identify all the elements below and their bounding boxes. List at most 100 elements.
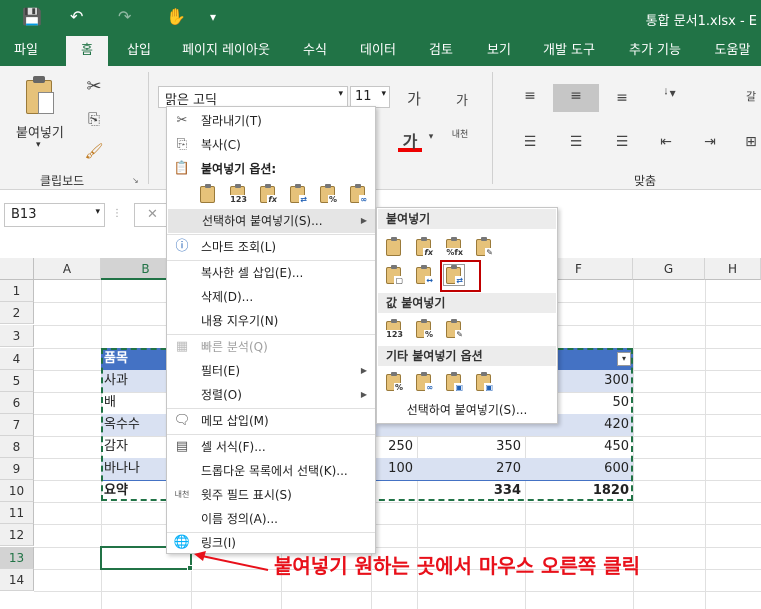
paste-values-icon[interactable]: 123 — [227, 183, 249, 205]
comment-icon: 🗨 — [173, 413, 191, 428]
menu-item-format-cells[interactable]: ▤ 셀 서식(F)... — [167, 435, 375, 459]
row-header[interactable]: 5 — [0, 370, 34, 392]
align-center-icon[interactable]: ☰ — [564, 134, 588, 150]
font-color-button[interactable]: 가 — [398, 128, 422, 152]
menu-item-smart-lookup[interactable]: ⓘ 스마트 조회(L) — [167, 235, 375, 259]
tab-help[interactable]: 도움말 — [704, 36, 761, 66]
row-header[interactable]: 1 — [0, 280, 34, 302]
menu-item-insert-comment[interactable]: 🗨 메모 삽입(M) — [167, 409, 375, 433]
menu-item-filter[interactable]: 필터(E) ▶ — [167, 359, 375, 383]
keep-column-widths-icon[interactable]: ↔ — [413, 264, 435, 286]
wrap-text-icon[interactable]: 갈 — [742, 88, 760, 104]
tab-view[interactable]: 보기 — [476, 36, 522, 66]
copy-icon: ⎘ — [176, 137, 188, 152]
tab-data[interactable]: 데이터 — [350, 36, 406, 66]
submenu-paste-special[interactable]: 선택하여 붙여넣기(S)... — [377, 398, 557, 422]
middle-align-icon[interactable]: ≡ — [564, 88, 588, 104]
window-title: 통합 문서1.xlsx - E — [645, 14, 757, 29]
menu-item-define-name[interactable]: 이름 정의(A)... — [167, 507, 375, 531]
paste-special-submenu: 붙여넣기 fx %fx ✎ ▢ ↔ ⇄ 값 붙여넣기 123 % ✎ 기타 붙여… — [376, 207, 558, 424]
menu-item-pick-from-list[interactable]: 드롭다운 목록에서 선택(K)... — [167, 459, 375, 483]
row-header[interactable]: 13 — [0, 547, 34, 569]
touch-mode-icon[interactable]: ✋ — [166, 8, 186, 26]
row-header[interactable]: 6 — [0, 392, 34, 414]
decrease-indent-icon[interactable]: ⇤ — [654, 134, 678, 150]
copy-icon[interactable]: ⎘ — [82, 110, 106, 128]
row-header[interactable]: 14 — [0, 569, 34, 591]
qat-customize-icon[interactable]: ▾ — [210, 8, 216, 26]
name-box[interactable]: B13 ▾ — [4, 203, 105, 227]
format-painter-icon[interactable]: 🖌 — [82, 142, 106, 160]
tab-file[interactable]: 파일 — [0, 36, 52, 66]
title-bar: 💾 ↶ ↷ ✋ ▾ 통합 문서1.xlsx - E — [0, 0, 761, 36]
paste-icon[interactable] — [24, 76, 56, 120]
increase-indent-icon[interactable]: ⇥ — [698, 134, 722, 150]
row-header[interactable]: 11 — [0, 502, 34, 524]
tab-formulas[interactable]: 수식 — [292, 36, 338, 66]
paste-icon[interactable] — [383, 236, 405, 258]
row-header[interactable]: 8 — [0, 436, 34, 458]
values-number-format-icon[interactable]: % — [413, 318, 435, 340]
align-right-icon[interactable]: ☰ — [610, 134, 634, 150]
paste-picture-icon[interactable]: ▣ — [443, 371, 465, 393]
select-all-corner[interactable] — [0, 258, 34, 280]
paste-button-label[interactable]: 붙여넣기 — [16, 122, 64, 141]
redo-icon[interactable]: ↷ — [118, 8, 131, 26]
paste-formulas-icon[interactable]: fx — [413, 236, 435, 258]
paste-formatting-icon[interactable]: % — [383, 371, 405, 393]
top-align-icon[interactable]: ≡ — [518, 88, 542, 104]
paste-icon[interactable] — [197, 183, 219, 205]
orientation-icon[interactable]: ᛍ▾ — [654, 86, 684, 100]
formula-bar-handle[interactable]: ⋮ — [112, 208, 122, 222]
tab-insert[interactable]: 삽입 — [116, 36, 162, 66]
paste-formulas-icon[interactable]: fx — [257, 183, 279, 205]
bottom-align-icon[interactable]: ≡ — [610, 90, 634, 106]
row-header[interactable]: 3 — [0, 325, 34, 347]
menu-item-copy[interactable]: ⎘ 복사(C) — [167, 133, 375, 157]
menu-item-phonetic-field[interactable]: 내천 윗주 필드 표시(S) — [167, 483, 375, 507]
row-header[interactable]: 12 — [0, 524, 34, 546]
menu-item-paste-special[interactable]: 선택하여 붙여넣기(S)... ▶ — [168, 209, 375, 233]
linked-picture-icon[interactable]: ▣ — [473, 371, 495, 393]
tab-add-ins[interactable]: 추가 기능 — [618, 36, 692, 66]
phonetic-guide-button[interactable]: 내천 — [446, 130, 474, 140]
grow-font-button[interactable]: 가 — [402, 88, 426, 109]
shrink-font-button[interactable]: 가 — [450, 90, 474, 109]
tab-developer[interactable]: 개발 도구 — [532, 36, 606, 66]
tab-page-layout[interactable]: 페이지 레이아웃 — [174, 36, 278, 66]
row-header[interactable]: 9 — [0, 458, 34, 480]
menu-item-cut[interactable]: ✂ 잘라내기(T) — [167, 109, 375, 133]
row-header[interactable]: 10 — [0, 480, 34, 502]
paste-values-icon[interactable]: 123 — [383, 318, 405, 340]
menu-item-delete[interactable]: 삭제(D)... — [167, 285, 375, 309]
font-size-select[interactable]: 11 ▾ — [350, 86, 390, 108]
dialog-launcher-icon[interactable]: ↘ — [132, 176, 139, 185]
paste-dropdown-icon[interactable]: ▾ — [36, 140, 41, 150]
paste-link-icon[interactable]: ∞ — [413, 371, 435, 393]
font-name-select[interactable]: 맑은 고딕 ▾ — [158, 86, 348, 108]
font-color-dropdown-icon[interactable]: ▾ — [426, 132, 436, 142]
row-header[interactable]: 7 — [0, 414, 34, 436]
column-header-a[interactable]: A — [34, 258, 101, 280]
paste-formatting-icon[interactable]: % — [317, 183, 339, 205]
paste-transpose-icon[interactable]: ⇄ — [287, 183, 309, 205]
tab-home[interactable]: 홈 — [66, 36, 108, 66]
merge-center-icon[interactable]: ⊞ — [742, 134, 760, 150]
row-header[interactable]: 2 — [0, 302, 34, 324]
column-header-h[interactable]: H — [705, 258, 761, 280]
menu-item-insert-copied-cells[interactable]: 복사한 셀 삽입(E)... — [167, 261, 375, 285]
undo-icon[interactable]: ↶ — [70, 8, 83, 26]
tab-review[interactable]: 검토 — [418, 36, 464, 66]
column-header-g[interactable]: G — [633, 258, 705, 280]
values-source-formatting-icon[interactable]: ✎ — [443, 318, 465, 340]
align-left-icon[interactable]: ☰ — [518, 134, 542, 150]
no-borders-icon[interactable]: ▢ — [383, 264, 405, 286]
cut-icon[interactable]: ✂ — [82, 76, 106, 97]
save-icon[interactable]: 💾 — [22, 8, 42, 26]
menu-item-sort[interactable]: 정렬(O) ▶ — [167, 383, 375, 407]
row-header[interactable]: 4 — [0, 348, 34, 370]
paste-formulas-number-format-icon[interactable]: %fx — [443, 236, 465, 258]
menu-item-clear-contents[interactable]: 내용 지우기(N) — [167, 309, 375, 333]
paste-link-icon[interactable]: ∞ — [347, 183, 369, 205]
keep-source-formatting-icon[interactable]: ✎ — [473, 236, 495, 258]
